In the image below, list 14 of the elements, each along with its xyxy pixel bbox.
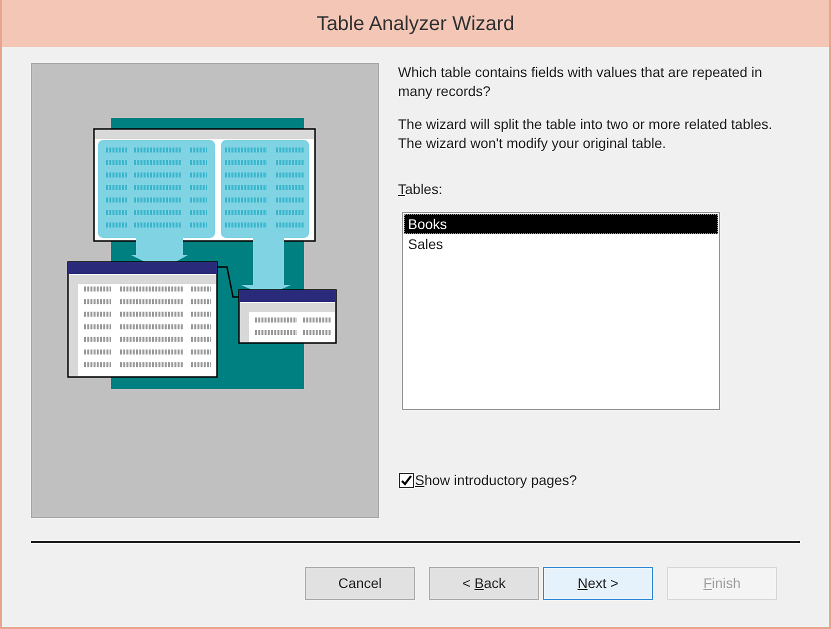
description-text: The wizard won't modify your original table.: [398, 134, 668, 153]
wizard-button[interactable]: Next >: [543, 567, 653, 600]
list-item[interactable]: Sales: [404, 234, 718, 254]
list-item[interactable]: Books: [404, 214, 718, 234]
question-text: Which table contains fields with values that are repeated in many records?: [398, 63, 764, 101]
tables-listbox[interactable]: Books Sales: [402, 212, 720, 410]
wizard-button[interactable]: < Back: [429, 567, 539, 600]
tables-label: Tables:: [398, 180, 444, 199]
window-title: Table Analyzer Wizard: [316, 12, 514, 36]
checkbox[interactable]: [399, 473, 414, 488]
wizard-button[interactable]: Cancel: [305, 567, 415, 600]
description-text: The wizard will split the table into two or more related tables.: [398, 115, 774, 134]
show-intro-checkbox[interactable]: Show introductory pages?: [399, 470, 809, 491]
checkbox-label: Show introductory pages?: [415, 471, 577, 490]
